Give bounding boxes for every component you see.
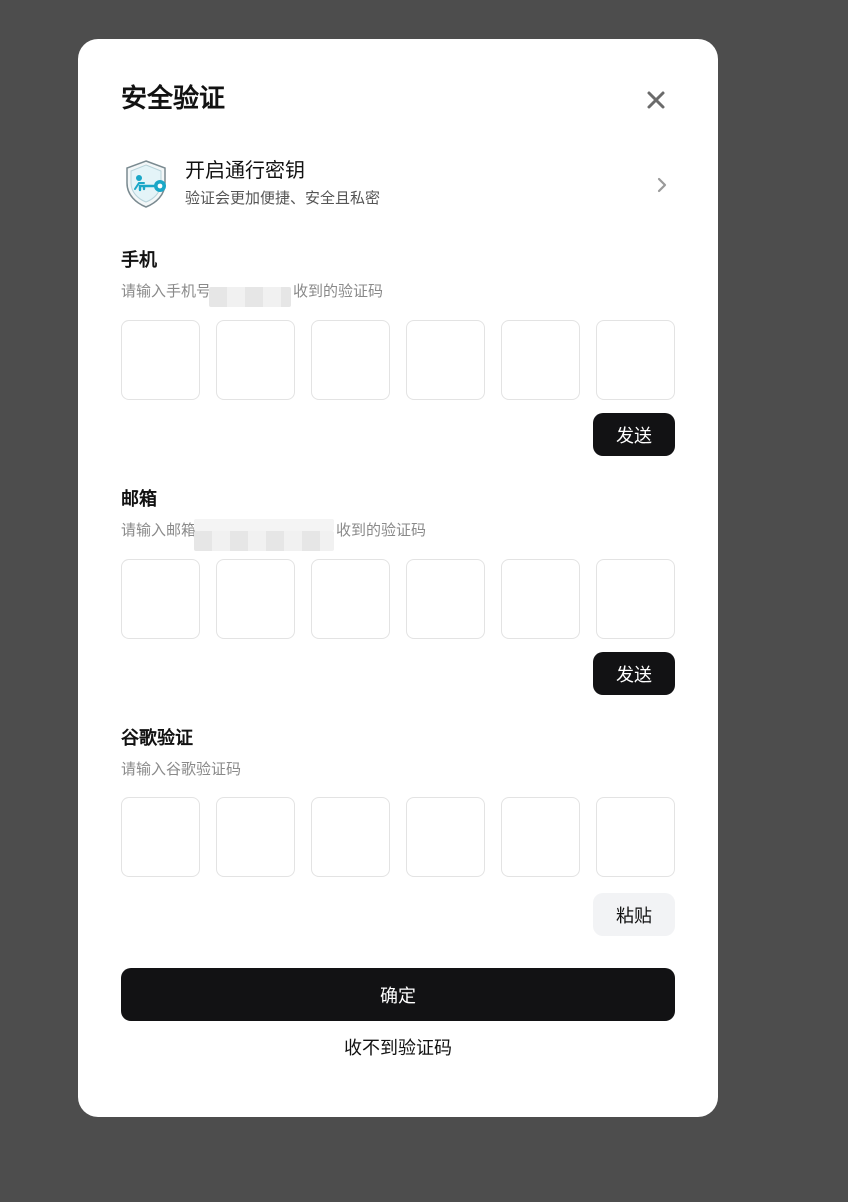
google-auth-label: 谷歌验证 — [121, 728, 193, 749]
email-label: 邮箱 — [121, 489, 157, 510]
email-send-button[interactable]: 发送 — [593, 652, 675, 695]
email-hint-prefix: 请输入邮箱 — [121, 521, 197, 539]
close-button[interactable] — [644, 88, 668, 112]
phone-code-digit-6[interactable] — [596, 320, 675, 400]
email-code-digit-6[interactable] — [596, 559, 675, 639]
masked-email-blur — [194, 531, 334, 551]
email-code-digit-1[interactable] — [121, 559, 200, 639]
enable-passkey-row[interactable]: 开启通行密钥 验证会更加便捷、安全且私密 — [121, 155, 675, 215]
close-icon — [647, 91, 665, 109]
email-code-digit-2[interactable] — [216, 559, 295, 639]
phone-code-digit-2[interactable] — [216, 320, 295, 400]
phone-code-inputs — [121, 320, 675, 400]
email-code-digit-4[interactable] — [406, 559, 485, 639]
shield-key-icon — [126, 160, 166, 208]
masked-email-blur-top — [194, 519, 334, 531]
passkey-subtitle: 验证会更加便捷、安全且私密 — [185, 189, 381, 207]
email-code-digit-5[interactable] — [501, 559, 580, 639]
email-code-inputs — [121, 559, 675, 639]
chevron-right-icon — [657, 177, 667, 193]
dialog-title: 安全验证 — [121, 84, 226, 114]
google-auth-hint: 请输入谷歌验证码 — [121, 760, 242, 778]
phone-code-digit-3[interactable] — [311, 320, 390, 400]
passkey-title: 开启通行密钥 — [185, 158, 305, 182]
google-code-digit-5[interactable] — [501, 797, 580, 877]
google-code-digit-1[interactable] — [121, 797, 200, 877]
phone-label: 手机 — [121, 250, 157, 271]
phone-send-button[interactable]: 发送 — [593, 413, 675, 456]
google-code-digit-6[interactable] — [596, 797, 675, 877]
google-code-digit-4[interactable] — [406, 797, 485, 877]
masked-phone-blur — [209, 287, 291, 307]
google-code-inputs — [121, 797, 675, 877]
paste-button[interactable]: 粘贴 — [593, 893, 675, 936]
email-hint-suffix: 收到的验证码 — [336, 521, 427, 539]
google-code-digit-2[interactable] — [216, 797, 295, 877]
google-code-digit-3[interactable] — [311, 797, 390, 877]
cannot-receive-code-link[interactable]: 收不到验证码 — [121, 1035, 675, 1063]
security-verification-dialog: 安全验证 开启通行密钥 验证会更加便捷、安全且私密 手机 请输入手机号收到的验证… — [78, 39, 718, 1117]
confirm-button[interactable]: 确定 — [121, 968, 675, 1021]
phone-hint-suffix: 收到的验证码 — [293, 282, 384, 300]
phone-code-digit-1[interactable] — [121, 320, 200, 400]
phone-hint-prefix: 请输入手机号 — [121, 282, 212, 300]
email-code-digit-3[interactable] — [311, 559, 390, 639]
phone-code-digit-5[interactable] — [501, 320, 580, 400]
phone-code-digit-4[interactable] — [406, 320, 485, 400]
